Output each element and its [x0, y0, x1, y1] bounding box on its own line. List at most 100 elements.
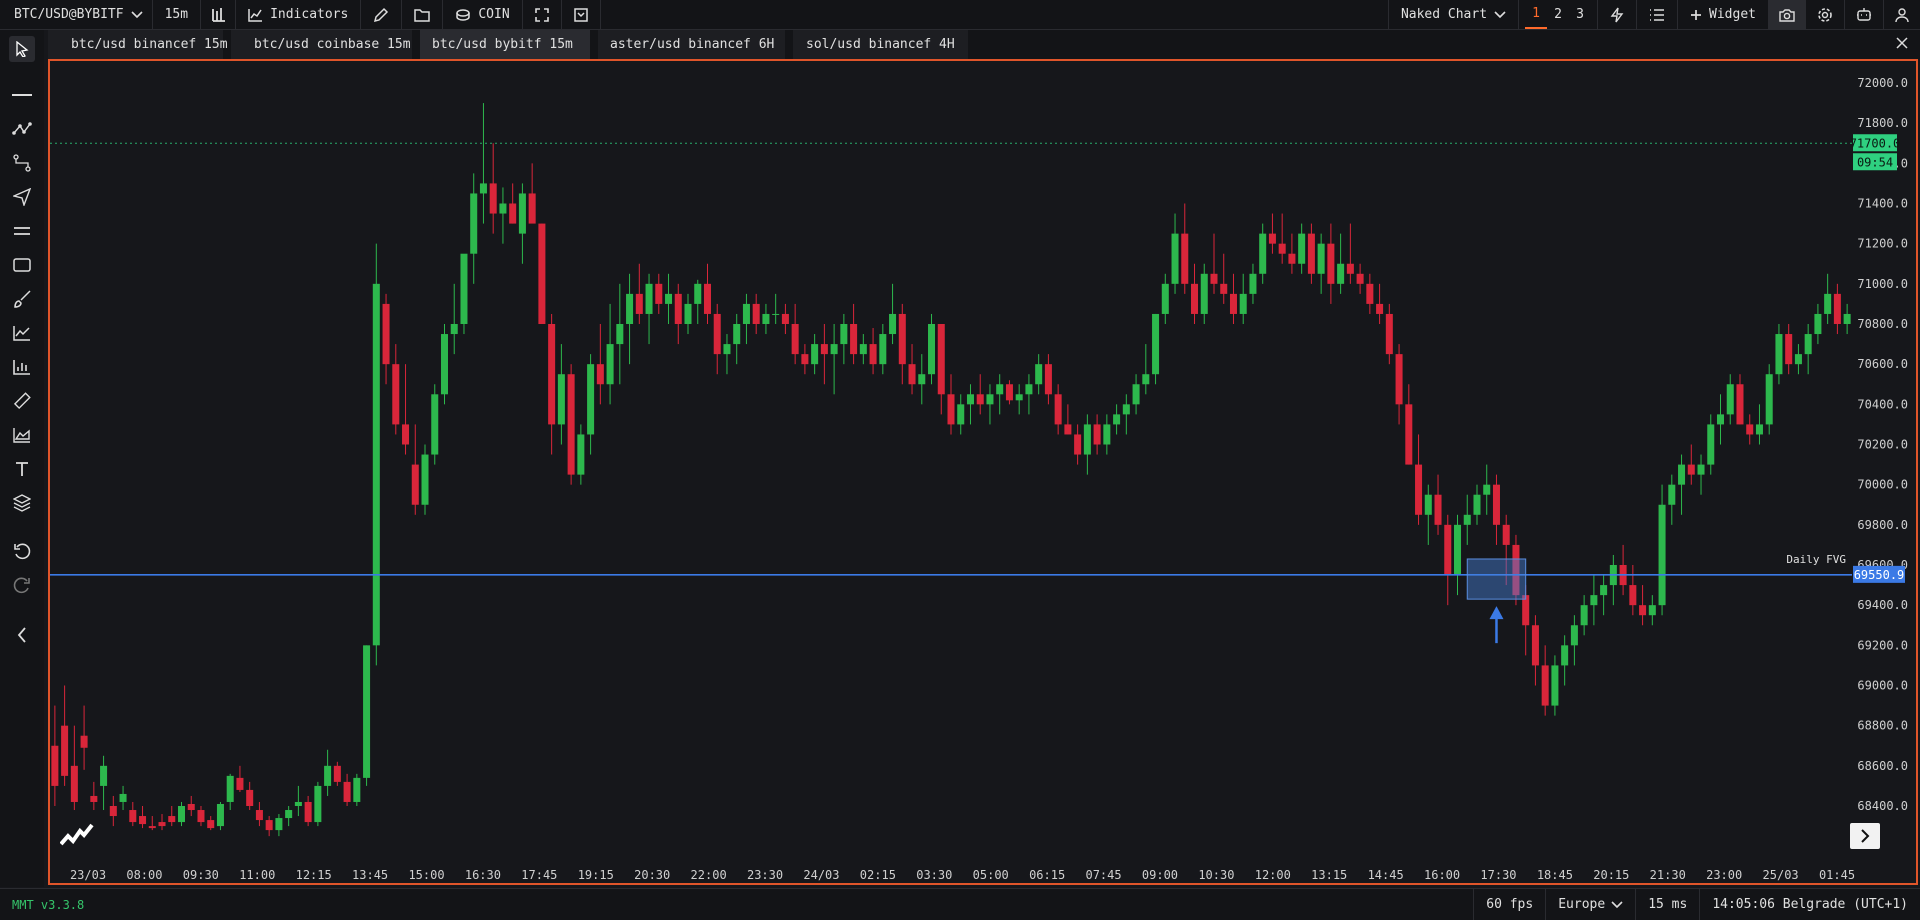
bot-button[interactable]	[1845, 0, 1884, 29]
horizontal-line-tool[interactable]	[11, 84, 33, 106]
alerts-button[interactable]	[1598, 0, 1638, 29]
account-button[interactable]	[1884, 0, 1920, 29]
plus-icon	[1691, 9, 1702, 20]
candle-body	[1755, 424, 1763, 435]
candle-body	[918, 374, 926, 385]
candle-body	[440, 334, 448, 395]
layers-tool[interactable]	[11, 492, 33, 514]
candle-body	[324, 765, 332, 786]
undo-button[interactable]	[11, 541, 33, 563]
watchlist-button[interactable]	[1637, 0, 1679, 29]
close-icon[interactable]	[1896, 37, 1908, 49]
candle-body	[713, 313, 721, 355]
redo-button[interactable]	[11, 575, 33, 597]
collapse-sidebar-button[interactable]	[11, 624, 33, 646]
chart-mode-selector[interactable]: Naked Chart	[1387, 0, 1520, 29]
interval-selector[interactable]: 15m	[153, 0, 202, 29]
layout-1-button[interactable]: 1	[1525, 0, 1548, 29]
chart-tabs: btc/usd binancef 15m btc/usd coinbase 15…	[48, 30, 1920, 59]
tab-btc-coinbase[interactable]: btc/usd coinbase 15m	[231, 30, 412, 59]
tab-aster-binancef[interactable]: aster/usd binancef 6H	[598, 30, 785, 59]
time-tick-label: 24/03	[803, 868, 839, 882]
candle-body	[791, 324, 799, 355]
dropdown-box-button[interactable]	[562, 0, 601, 29]
ruler-tool[interactable]	[11, 390, 33, 412]
candle-body	[1541, 665, 1549, 706]
candle-body	[294, 801, 302, 806]
parallel-lines-tool[interactable]	[11, 220, 33, 242]
coin-button[interactable]: COIN	[443, 0, 523, 29]
candle-body	[499, 203, 507, 214]
candle-body	[1492, 484, 1500, 525]
symbol-selector[interactable]: BTC/USD@BYBITF	[0, 0, 153, 29]
candle-body	[255, 810, 263, 821]
candle-body	[1249, 273, 1257, 294]
line-chart-tool[interactable]	[11, 322, 33, 344]
tab-sol-binancef[interactable]: sol/usd binancef 4H	[793, 30, 968, 59]
candle-body	[1083, 424, 1091, 455]
logo-icon	[59, 823, 94, 846]
candle-body	[1025, 384, 1033, 395]
chevron-down-icon	[131, 10, 143, 18]
multi-point-tool[interactable]	[11, 118, 33, 140]
list-icon	[1650, 8, 1665, 21]
rectangle-tool[interactable]	[11, 254, 33, 276]
region-selector[interactable]: Europe	[1545, 889, 1635, 920]
tab-btc-bybitf[interactable]: btc/usd bybitf 15m	[420, 30, 590, 59]
tab-btc-binancef[interactable]: btc/usd binancef 15m	[48, 30, 228, 59]
layout-3-button[interactable]: 3	[1569, 0, 1591, 29]
settings-button[interactable]	[1806, 0, 1845, 29]
candle-bars-icon	[212, 7, 226, 22]
candle-body	[1210, 273, 1218, 284]
candle-body	[1307, 233, 1315, 274]
candle-body	[1639, 605, 1647, 616]
screenshot-button[interactable]	[1769, 0, 1806, 29]
candlestick-chart[interactable]: 72000.071800.071600.071400.071200.071000…	[50, 61, 1916, 883]
layers-icon	[13, 494, 31, 512]
indicators-button[interactable]: Indicators	[236, 0, 362, 29]
candles-group	[51, 103, 1851, 837]
candle-body	[177, 806, 186, 823]
candle-body	[567, 374, 575, 475]
chart-panel[interactable]: 72000.071800.071600.071400.071200.071000…	[48, 59, 1918, 885]
tab-label: sol/usd binancef 4H	[806, 37, 955, 52]
candle-body	[1142, 374, 1150, 385]
candle-body	[285, 810, 293, 819]
fullscreen-button[interactable]	[523, 0, 562, 29]
draw-button[interactable]	[361, 0, 403, 29]
candle-body	[236, 777, 244, 790]
time-tick-label: 15:00	[408, 868, 444, 882]
candle-body	[1356, 273, 1364, 284]
candle-body	[392, 364, 400, 425]
time-tick-label: 17:45	[521, 868, 557, 882]
time-tick-label: 20:30	[634, 868, 670, 882]
bars-tool[interactable]	[11, 356, 33, 378]
brush-tool[interactable]	[11, 288, 33, 310]
candle-body	[518, 193, 526, 234]
cursor-tool[interactable]	[9, 36, 35, 62]
open-folder-button[interactable]	[402, 0, 444, 29]
lightning-icon	[1610, 7, 1624, 22]
path-tool[interactable]	[11, 152, 33, 174]
widget-button[interactable]: Widget	[1678, 0, 1769, 29]
candle-body	[1570, 625, 1578, 646]
time-tick-label: 23:30	[747, 868, 783, 882]
candle-body	[674, 293, 682, 324]
area-chart-tool[interactable]	[11, 424, 33, 446]
scroll-to-latest-button[interactable]	[1850, 823, 1880, 849]
candle-body	[333, 765, 341, 782]
time-tick-label: 12:15	[296, 868, 332, 882]
send-tool[interactable]	[11, 186, 33, 208]
candle-body	[1483, 484, 1491, 495]
time-tick-label: 06:15	[1029, 868, 1065, 882]
time-tick-label: 13:15	[1311, 868, 1347, 882]
candle-body	[1522, 595, 1530, 626]
daily-fvg-name: Daily FVG	[1786, 553, 1846, 566]
text-tool[interactable]	[11, 458, 33, 480]
layout-2-button[interactable]: 2	[1547, 0, 1569, 29]
price-tick-label: 69200.0	[1857, 638, 1908, 652]
candle-body	[1229, 293, 1237, 314]
candle-body	[742, 303, 750, 324]
chart-type-button[interactable]	[201, 0, 237, 29]
path-icon	[13, 154, 31, 172]
